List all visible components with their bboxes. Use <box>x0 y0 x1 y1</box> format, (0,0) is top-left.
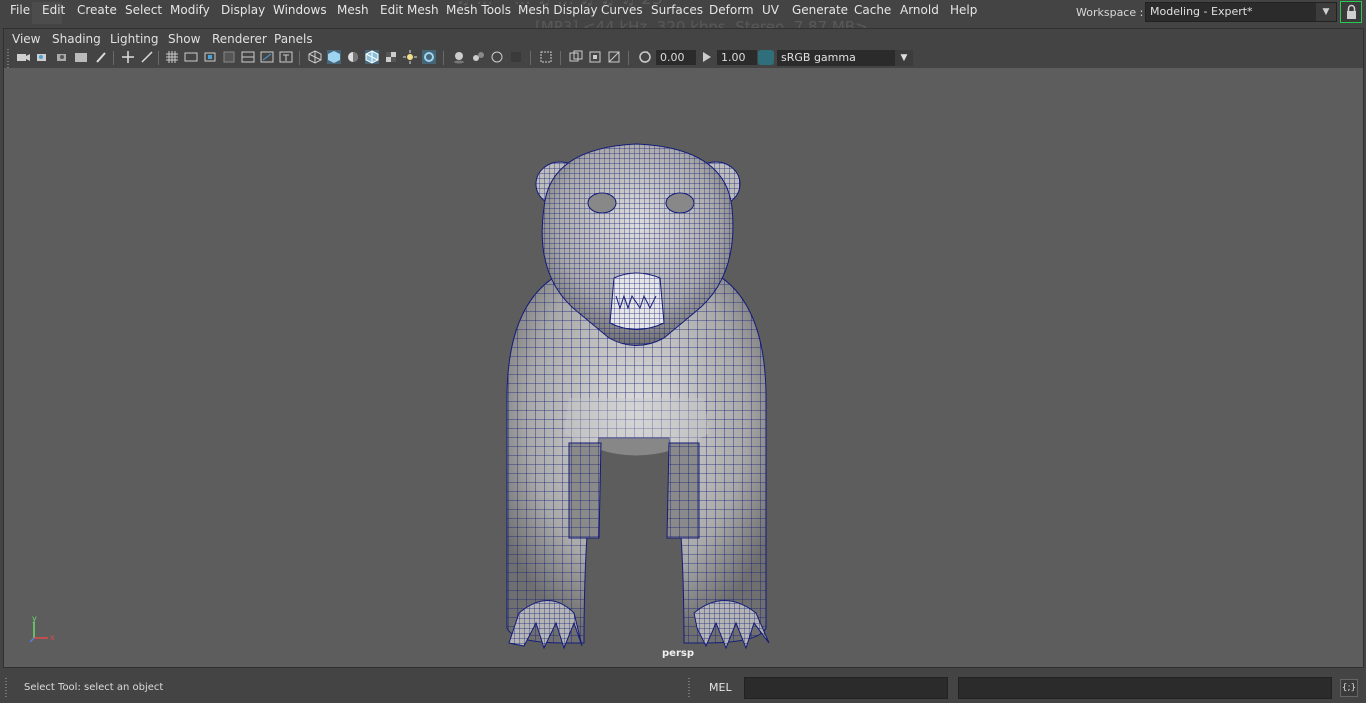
bear-wireframe-model <box>506 143 770 650</box>
toolbar-separator <box>628 51 629 65</box>
chevron-down-icon: ▼ <box>1316 3 1336 21</box>
main-menu-bar: • ♫ … • … ♫ … ♫ ♫ ♫ 25 [MP3] <44 kHz, 32… <box>0 0 1366 36</box>
command-input[interactable] <box>744 677 948 699</box>
grease-pencil-sketch-icon[interactable] <box>140 50 154 64</box>
menu-help[interactable]: Help <box>948 2 979 18</box>
workspace-label: Workspace : <box>1076 6 1144 19</box>
axis-x-label: x <box>50 633 55 642</box>
menu-modify[interactable]: Modify <box>168 2 212 18</box>
menu-windows[interactable]: Windows <box>271 2 329 18</box>
backface-culling-icon[interactable] <box>607 50 621 64</box>
resolution-gate-icon[interactable] <box>203 50 217 64</box>
script-editor-button[interactable]: {;} <box>1340 679 1358 697</box>
toolbar-grip[interactable] <box>7 49 9 69</box>
panel-menu-renderer[interactable]: Renderer <box>212 32 267 46</box>
use-all-lights-icon[interactable] <box>403 50 417 64</box>
workspace-dropdown[interactable]: Modeling - Expert* ▼ <box>1145 2 1337 22</box>
gamma-reset-icon[interactable] <box>700 50 714 64</box>
safe-title-icon[interactable] <box>279 50 293 64</box>
exposure-reset-icon[interactable] <box>638 50 652 64</box>
menu-mesh-tools[interactable]: Mesh Tools <box>444 2 513 18</box>
menu-arnold[interactable]: Arnold <box>898 2 941 18</box>
menu-edit-mesh[interactable]: Edit Mesh <box>378 2 441 18</box>
workspace-value: Modeling - Expert* <box>1150 5 1253 18</box>
menu-select[interactable]: Select <box>123 2 164 18</box>
model-panel: View Shading Lighting Show Renderer Pane… <box>3 28 1364 668</box>
menu-uv[interactable]: UV <box>760 2 781 18</box>
image-plane-icon[interactable] <box>74 50 88 64</box>
panel-menu-panels[interactable]: Panels <box>274 32 313 46</box>
panel-menu-lighting[interactable]: Lighting <box>110 32 159 46</box>
xray-joints-icon[interactable] <box>569 50 583 64</box>
panel-toolbar: 0.00 1.00 sRGB gamma ▼ <box>4 49 1363 69</box>
wireframe-on-shaded-icon[interactable] <box>365 50 379 64</box>
menu-display[interactable]: Display <box>219 2 267 18</box>
toolbar-separator <box>443 51 444 65</box>
panel-menu-bar: View Shading Lighting Show Renderer Pane… <box>4 29 1363 49</box>
bookmarks-icon[interactable] <box>55 50 69 64</box>
color-management-button[interactable] <box>758 50 774 65</box>
motion-blur-icon[interactable] <box>490 50 504 64</box>
toolbar-separator <box>560 51 561 65</box>
menu-generate[interactable]: Generate <box>790 2 850 18</box>
3d-viewport[interactable]: y x persp <box>4 68 1363 667</box>
menu-file[interactable]: File <box>8 2 32 18</box>
help-line-bar: Select Tool: select an object MEL {;} <box>0 673 1366 703</box>
toolbar-separator <box>158 51 159 65</box>
film-gate-icon[interactable] <box>184 50 198 64</box>
menu-surfaces[interactable]: Surfaces <box>649 2 705 18</box>
color-space-dropdown[interactable]: sRGB gamma ▼ <box>777 50 913 66</box>
panel-menu-show[interactable]: Show <box>168 32 200 46</box>
toolbar-separator <box>299 51 300 65</box>
grid-icon[interactable] <box>165 50 179 64</box>
command-result <box>958 677 1332 699</box>
safe-action-icon[interactable] <box>260 50 274 64</box>
menu-cache[interactable]: Cache <box>852 2 893 18</box>
smooth-shade-icon[interactable] <box>327 50 341 64</box>
axis-gizmo: y x <box>29 616 55 643</box>
default-material-icon[interactable] <box>346 50 360 64</box>
command-language-toggle[interactable]: MEL <box>709 681 732 694</box>
screen-space-ao-icon[interactable] <box>471 50 485 64</box>
shadows-icon[interactable] <box>452 50 466 64</box>
select-camera-icon[interactable] <box>16 50 30 64</box>
wireframe-icon[interactable] <box>308 50 322 64</box>
command-line-grip[interactable] <box>688 678 690 698</box>
chevron-down-icon: ▼ <box>895 50 913 66</box>
statusbar-grip[interactable] <box>5 678 7 698</box>
toolbar-separator <box>113 51 114 65</box>
panel-menu-view[interactable]: View <box>12 32 40 46</box>
camera-label: persp <box>662 648 694 659</box>
menu-mesh[interactable]: Mesh <box>335 2 371 18</box>
textured-icon[interactable] <box>384 50 398 64</box>
xray-icon[interactable] <box>539 50 553 64</box>
anti-aliasing-icon[interactable] <box>509 50 523 64</box>
exposure-field[interactable]: 0.00 <box>656 50 696 65</box>
gate-mask-icon[interactable] <box>222 50 236 64</box>
gamma-field[interactable]: 1.00 <box>717 50 757 65</box>
axis-y-label: y <box>32 616 37 623</box>
grease-pencil-icon[interactable] <box>94 50 108 64</box>
2d-pan-zoom-icon[interactable] <box>121 50 135 64</box>
menu-edit[interactable]: Edit <box>40 2 67 18</box>
field-chart-icon[interactable] <box>241 50 255 64</box>
menu-create[interactable]: Create <box>75 2 119 18</box>
lock-icon <box>1347 4 1356 19</box>
workspace-lock-button[interactable] <box>1340 1 1362 23</box>
xray-active-icon[interactable] <box>588 50 602 64</box>
menu-deform[interactable]: Deform <box>707 2 756 18</box>
panel-menu-shading[interactable]: Shading <box>52 32 101 46</box>
color-space-value: sRGB gamma <box>781 51 856 64</box>
help-line-text: Select Tool: select an object <box>24 682 164 693</box>
isolate-select-icon[interactable] <box>422 50 436 64</box>
camera-attributes-icon[interactable] <box>36 50 50 64</box>
menu-mesh-display[interactable]: Mesh Display <box>516 2 600 18</box>
menu-curves[interactable]: Curves <box>599 2 645 18</box>
toolbar-separator <box>530 51 531 65</box>
